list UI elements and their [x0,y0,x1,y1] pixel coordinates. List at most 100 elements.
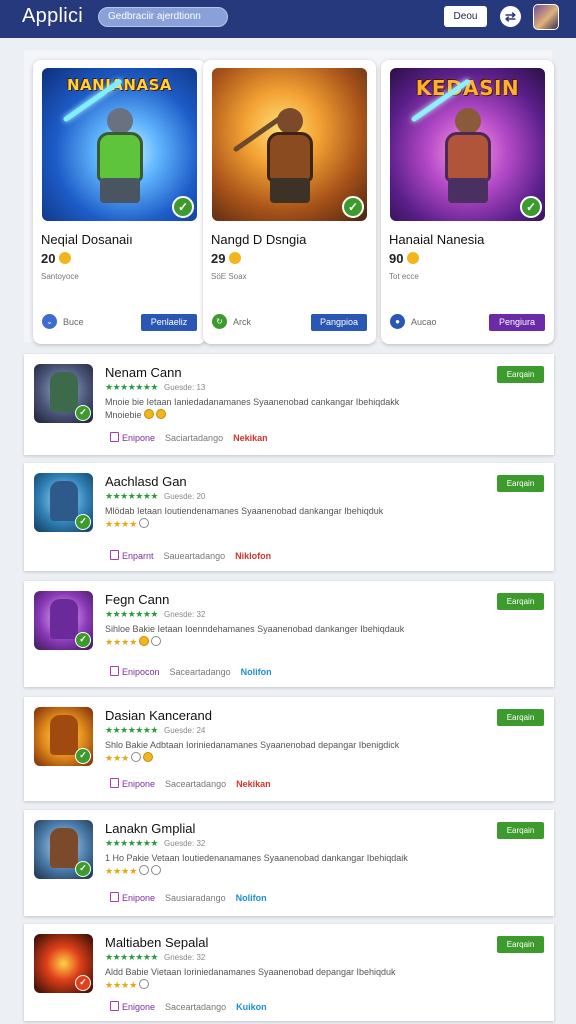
app-description-extra: ★★★★ [105,636,162,648]
app-title: Applici [22,5,84,27]
category-icon [110,1001,119,1011]
featured-rating: 29 [211,251,242,266]
featured-card[interactable]: ✓ Nangd D Dsngia 29 SöE Soax ↻ Arck Pang… [203,60,376,344]
app-title: Maltiaben Sepalal [105,935,209,950]
smiley-icon [139,865,150,875]
list-item[interactable]: ✓ Fegn Cann ★★★★★★★ Gnesde: 32 Sihloe Bak… [24,581,554,687]
verified-check-icon: ✓ [75,975,91,991]
app-thumbnail: ✓ [34,364,93,423]
app-title: Lanakn Gmplial [105,821,196,836]
app-thumbnail: ✓ [34,707,93,766]
app-description-extra: ★★★★ [105,865,162,877]
sliders-icon[interactable]: ⇄ [500,6,521,27]
verified-check-icon: ✓ [75,748,91,764]
chevron-down-icon: ⌄ [42,314,57,329]
featured-developer: Buce [63,317,84,327]
smiley-icon [139,979,150,989]
smiley-icon [151,636,162,646]
rating-stars: ★★★★★★★ Gnesde: 32 [105,952,206,962]
app-description-extra: ★★★ [105,752,154,764]
category-icon [110,550,119,560]
app-thumbnail: ✓ [34,934,93,993]
rating-stars: ★★★★★★★ Guesde: 20 [105,491,206,501]
verified-check-icon: ✓ [172,196,194,218]
app-meta-row: Enparnt Saueartadango Niklofon [110,550,271,561]
app-meta-row: Enigone Saceartadango Kuikon [110,1001,267,1012]
app-description-extra: Mnoiebie [105,409,166,420]
app-description-extra: ★★★★ [105,518,150,530]
featured-card[interactable]: NANJANASA ✓ Neqial Dosanaiı 20 Santoyoce… [33,60,206,344]
app-meta-row: Enipone Sausiaradango Nolifon [110,892,267,903]
list-item[interactable]: ✓ Nenam Cann ★★★★★★★ Guesde: 13 Mnoie bie… [24,354,554,455]
featured-rating: 90 [389,251,420,266]
verified-check-icon: ✓ [342,196,364,218]
verified-check-icon: ✓ [75,405,91,421]
app-meta-row: Enipocon Saceartadango Nolifon [110,666,272,677]
get-button[interactable]: Earqain [497,822,544,839]
get-button[interactable]: Earqain [497,936,544,953]
featured-image: ✓ [212,68,367,221]
app-meta-row: Enipone Saceartadango Nekikan [110,778,271,789]
featured-name: Neqial Dosanaiı [41,232,133,247]
rating-stars: ★★★★★★★ Guesde: 13 [105,382,206,392]
search-input[interactable]: Gedbraciir ajerdtionn [98,7,228,27]
list-item[interactable]: ✓ Dasian Kancerand ★★★★★★★ Guesde: 24 Shl… [24,697,554,801]
app-thumbnail: ✓ [34,473,93,532]
featured-developer: Aucao [411,317,437,327]
get-button[interactable]: Earqain [497,366,544,383]
app-title: Fegn Cann [105,592,170,607]
category-icon [110,432,119,442]
featured-subtitle: Tot ecce [389,272,419,281]
app-meta-row: Enipone Saciartadango Nekikan [110,432,268,443]
featured-developer: Arck [233,317,251,327]
get-button[interactable]: Earqain [497,709,544,726]
app-description: Sihloe Bakie Ietaan Ioenndehamanes Syaan… [105,624,405,634]
featured-name: Hanaial Nanesia [389,232,485,247]
featured-image: NANJANASA ✓ [42,68,197,221]
list-item[interactable]: ✓ Aachlasd Gan ★★★★★★★ Guesde: 20 Mlödab … [24,463,554,571]
hero-figure [62,78,157,203]
featured-section: NANJANASA ✓ Neqial Dosanaiı 20 Santoyoce… [24,50,554,344]
app-thumbnail: ✓ [34,591,93,650]
verified-check-icon: ✓ [520,196,542,218]
featured-subtitle: Santoyoce [41,272,79,281]
app-description: Mlödab Ietaan Ioutiendenamanes Syaanenob… [105,506,384,516]
smiley-icon [407,252,420,264]
list-item[interactable]: ✓ Lanakn Gmplial ★★★★★★★ Guesde: 32 1 Ho … [24,810,554,916]
verified-check-icon: ✓ [75,861,91,877]
chat-icon: ● [390,314,405,329]
app-title: Aachlasd Gan [105,474,187,489]
featured-card[interactable]: KEDASIN ✓ Hanaial Nanesia 90 Tot ecce ● … [381,60,554,344]
app-description-extra: ★★★★ [105,979,150,991]
smiley-icon [143,752,154,762]
list-item[interactable]: ✓ Maltiaben Sepalal ★★★★★★★ Gnesde: 32 Al… [24,924,554,1021]
featured-action-button[interactable]: Penlaeliz [141,314,197,331]
rating-stars: ★★★★★★★ Gnesde: 32 [105,609,206,619]
verified-check-icon: ✓ [75,632,91,648]
get-button[interactable]: Earqain [497,593,544,610]
get-button[interactable]: Earqain [497,475,544,492]
header-button[interactable]: Deou [444,6,487,27]
featured-subtitle: SöE Soax [211,272,247,281]
featured-image: KEDASIN ✓ [390,68,545,221]
rating-stars: ★★★★★★★ Guesde: 24 [105,725,206,735]
app-title: Nenam Cann [105,365,182,380]
hero-figure [410,78,505,203]
hero-figure [232,108,327,203]
category-icon [110,666,119,676]
smiley-icon [155,409,166,419]
featured-name: Nangd D Dsngia [211,232,307,247]
category-icon [110,778,119,788]
smiley-icon [143,409,154,419]
rating-stars: ★★★★★★★ Guesde: 32 [105,838,206,848]
featured-action-button[interactable]: Pangpioa [311,314,367,331]
featured-action-button[interactable]: Pengiura [489,314,545,331]
app-description: Mnoie bie Ietaan Ianiedadanamanes Syaane… [105,397,400,407]
app-description: Aldd Babie Vietaan Ioriniedanamanes Syaa… [105,967,396,977]
smiley-icon [151,865,162,875]
smiley-icon [59,252,72,264]
smiley-icon [139,518,150,528]
app-header: Applici Gedbraciir ajerdtionn Deou ⇄ [0,0,576,38]
app-description: 1 Ho Pakie Vetaan Ioutiedenanamanes Syaa… [105,853,408,863]
avatar[interactable] [533,4,559,30]
